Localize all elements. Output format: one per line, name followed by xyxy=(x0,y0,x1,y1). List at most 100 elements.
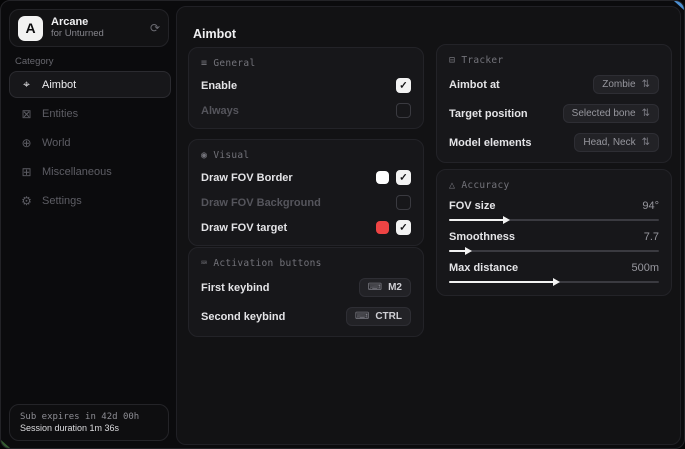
corner-glow xyxy=(1,440,10,448)
select-arrows-icon: ⇅ xyxy=(642,108,650,119)
app-window: A Arcane for Unturned ⟳ Category ⌖ Aimbo… xyxy=(0,0,685,449)
keyboard-icon: ⌨ xyxy=(355,311,369,322)
cursor xyxy=(674,1,684,10)
setting-row-target-position: Target position Selected bone ⇅ xyxy=(449,104,659,123)
brand-logo: A xyxy=(18,16,43,41)
scan-icon: ⊟ xyxy=(449,55,455,66)
general-card-header: ≡ General xyxy=(201,58,411,69)
setting-label: Draw FOV Border xyxy=(201,172,293,184)
entities-icon: ⊠ xyxy=(20,107,33,121)
card-header-label: General xyxy=(213,58,255,69)
activation-card-header: ⌨ Activation buttons xyxy=(201,258,411,269)
fov-border-checkbox[interactable] xyxy=(396,170,411,185)
sidebar-item-label: Settings xyxy=(42,195,82,207)
setting-row-fov-size: FOV size 94° xyxy=(449,200,659,221)
main-panel: Aimbot ≡ General Enable Always ◉ Visual xyxy=(176,6,681,445)
triangle-icon: △ xyxy=(449,180,455,191)
crosshair-icon: ⌖ xyxy=(20,77,33,92)
visual-card-header: ◉ Visual xyxy=(201,150,411,161)
tracker-card: ⊟ Tracker Aimbot at Zombie ⇅ Target posi… xyxy=(436,44,672,163)
setting-row-max-distance: Max distance 500m xyxy=(449,262,659,283)
fov-size-slider[interactable] xyxy=(449,219,659,221)
sidebar-item-label: World xyxy=(42,137,71,149)
aimbot-at-select[interactable]: Zombie ⇅ xyxy=(593,75,659,94)
subscription-status-card: Sub expires in 42d 00h Session duration … xyxy=(9,404,169,441)
setting-row-second-keybind: Second keybind ⌨ CTRL xyxy=(201,307,411,326)
sidebar-item-entities[interactable]: ⊠ Entities xyxy=(9,100,171,127)
page-title: Aimbot xyxy=(193,27,236,41)
setting-label: Max distance xyxy=(449,262,518,274)
sync-icon[interactable]: ⟳ xyxy=(150,21,160,35)
setting-label: Model elements xyxy=(449,137,532,149)
fov-background-checkbox[interactable] xyxy=(396,195,411,210)
model-elements-select[interactable]: Head, Neck ⇅ xyxy=(574,133,659,152)
sidebar-nav: ⌖ Aimbot ⊠ Entities ⊕ World ⊞ Miscellane… xyxy=(9,71,171,216)
gear-icon: ⚙ xyxy=(20,194,33,208)
sub-expiry-text: Sub expires in 42d 00h xyxy=(20,412,158,422)
setting-row-first-keybind: First keybind ⌨ M2 xyxy=(201,278,411,297)
sidebar-item-miscellaneous[interactable]: ⊞ Miscellaneous xyxy=(9,158,171,185)
general-card: ≡ General Enable Always xyxy=(188,47,424,129)
keybind-value: CTRL xyxy=(375,311,402,322)
brand-title: Arcane xyxy=(51,16,142,29)
always-checkbox[interactable] xyxy=(396,103,411,118)
select-arrows-icon: ⇅ xyxy=(642,79,650,90)
second-keybind-button[interactable]: ⌨ CTRL xyxy=(346,307,411,326)
sidebar-item-aimbot[interactable]: ⌖ Aimbot xyxy=(9,71,171,98)
select-value: Selected bone xyxy=(572,108,636,119)
sidebar-item-settings[interactable]: ⚙ Settings xyxy=(9,187,171,214)
setting-label: Aimbot at xyxy=(449,79,500,91)
setting-row-always: Always xyxy=(201,103,411,118)
sidebar: A Arcane for Unturned ⟳ Category ⌖ Aimbo… xyxy=(1,1,176,448)
slider-fill xyxy=(449,281,554,283)
eye-icon: ◉ xyxy=(201,150,207,161)
slider-fill xyxy=(449,250,466,252)
keybind-value: M2 xyxy=(388,282,402,293)
sliders-icon: ≡ xyxy=(201,58,207,69)
setting-label: Target position xyxy=(449,108,528,120)
setting-row-model-elements: Model elements Head, Neck ⇅ xyxy=(449,133,659,152)
setting-row-fov-background: Draw FOV Background xyxy=(201,195,411,210)
setting-label: Enable xyxy=(201,80,237,92)
setting-label: Draw FOV Background xyxy=(201,197,321,209)
select-value: Head, Neck xyxy=(583,137,635,148)
grid-icon: ⊞ xyxy=(20,165,33,179)
select-arrows-icon: ⇅ xyxy=(642,137,650,148)
setting-label: Smoothness xyxy=(449,231,515,243)
setting-row-enable: Enable xyxy=(201,78,411,93)
fov-border-color-swatch[interactable] xyxy=(376,171,389,184)
sidebar-item-world[interactable]: ⊕ World xyxy=(9,129,171,156)
globe-icon: ⊕ xyxy=(20,136,33,150)
brand-subtitle: for Unturned xyxy=(51,29,142,40)
card-header-label: Accuracy xyxy=(461,180,509,191)
enable-checkbox[interactable] xyxy=(396,78,411,93)
fov-target-checkbox[interactable] xyxy=(396,220,411,235)
setting-label: Second keybind xyxy=(201,311,285,323)
tracker-card-header: ⊟ Tracker xyxy=(449,55,659,66)
sidebar-item-label: Aimbot xyxy=(42,79,76,91)
setting-label: First keybind xyxy=(201,282,269,294)
select-value: Zombie xyxy=(602,79,635,90)
setting-label: Always xyxy=(201,105,239,117)
slider-fill xyxy=(449,219,504,221)
setting-row-smoothness: Smoothness 7.7 xyxy=(449,231,659,252)
visual-card: ◉ Visual Draw FOV Border Draw FOV Backgr… xyxy=(188,139,424,246)
setting-row-fov-border: Draw FOV Border xyxy=(201,170,411,185)
setting-row-fov-target: Draw FOV target xyxy=(201,220,411,235)
sidebar-item-label: Entities xyxy=(42,108,78,120)
smoothness-slider[interactable] xyxy=(449,250,659,252)
card-header-label: Visual xyxy=(213,150,249,161)
card-header-label: Activation buttons xyxy=(213,258,321,269)
slider-value: 94° xyxy=(642,200,659,212)
accuracy-card: △ Accuracy FOV size 94° Smoothness 7.7 xyxy=(436,169,672,296)
fov-target-color-swatch[interactable] xyxy=(376,221,389,234)
brand-text: Arcane for Unturned xyxy=(51,16,142,40)
sidebar-item-label: Miscellaneous xyxy=(42,166,112,178)
target-position-select[interactable]: Selected bone ⇅ xyxy=(563,104,659,123)
first-keybind-button[interactable]: ⌨ M2 xyxy=(359,278,411,297)
brand-card: A Arcane for Unturned ⟳ xyxy=(9,9,169,47)
setting-label: FOV size xyxy=(449,200,495,212)
session-duration-text: Session duration 1m 36s xyxy=(20,423,158,433)
max-distance-slider[interactable] xyxy=(449,281,659,283)
slider-value: 500m xyxy=(631,262,659,274)
